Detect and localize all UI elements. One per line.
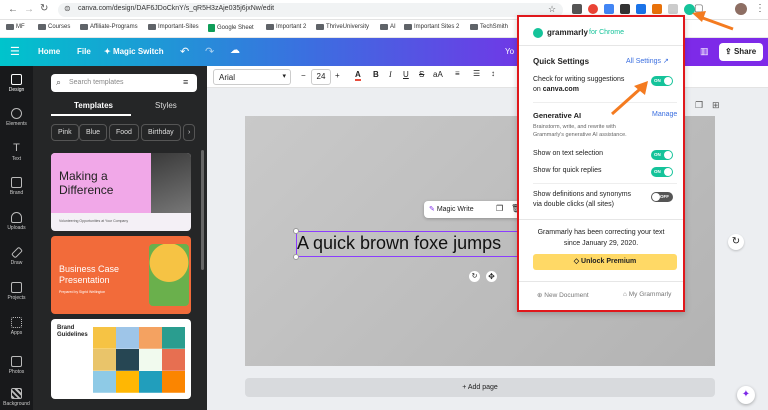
- annotation-arrows: [611, 11, 734, 116]
- arrow-to-toggle: [611, 81, 648, 116]
- arrow-to-extension-icon: [692, 11, 734, 31]
